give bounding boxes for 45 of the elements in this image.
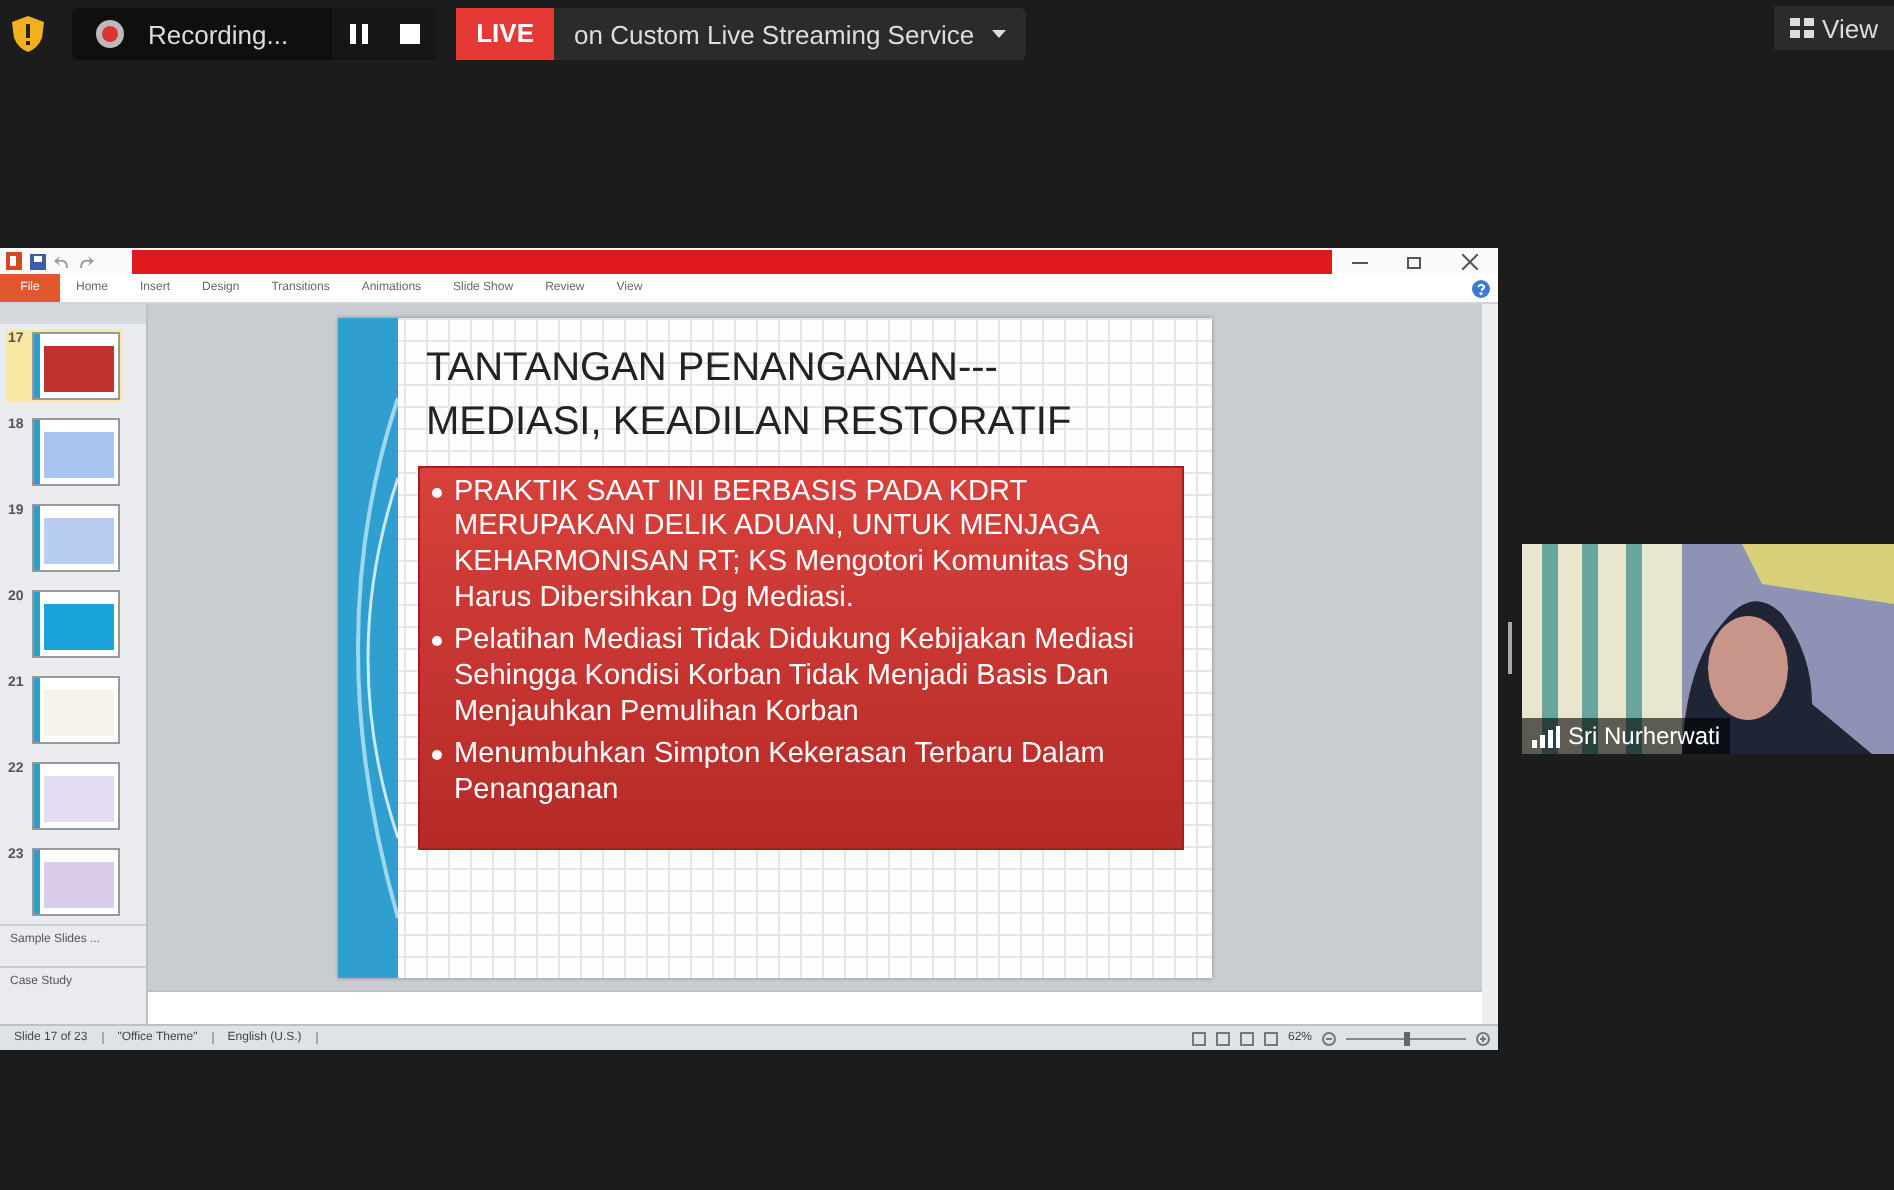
signal-icon <box>1532 725 1560 747</box>
redo-icon[interactable] <box>78 253 94 269</box>
normal-view-icon[interactable] <box>1191 1031 1206 1045</box>
slide-thumbnail <box>32 332 120 400</box>
pause-button[interactable] <box>332 8 385 60</box>
zoom-out-icon[interactable] <box>1322 1031 1336 1045</box>
stop-icon <box>400 24 421 44</box>
slide-sorter-icon[interactable] <box>1215 1031 1230 1045</box>
scrollbar[interactable] <box>1482 304 1498 1024</box>
pause-icon <box>349 24 368 44</box>
help-icon[interactable] <box>1472 279 1490 297</box>
save-icon[interactable] <box>30 253 46 269</box>
notes-field[interactable] <box>148 990 1482 1024</box>
live-badge: LIVE <box>456 8 554 60</box>
resize-handle[interactable] <box>1508 622 1512 674</box>
recording-status: Recording... <box>148 19 289 49</box>
close-icon[interactable] <box>1462 253 1479 269</box>
slide-thumbnail <box>32 590 120 658</box>
slide-thumbnail <box>32 676 120 744</box>
zoom-slider-thumb[interactable] <box>1403 1031 1409 1045</box>
slideshow-icon[interactable] <box>1263 1031 1278 1045</box>
recording-icon <box>96 20 124 48</box>
slide-thumbnail <box>32 848 120 916</box>
bullet-dot <box>432 636 442 647</box>
bullet-text: PRAKTIK SAAT INI BERBASIS PADA KDRT MERUPAKAN DELIK ADUAN, UNTUK MENJAGA KEHARMONISAN RT; KS Mengotori Komunitas Shg Harus Dibersihkan Dg Mediasi. <box>454 475 1131 617</box>
slide-thumbnail <box>32 504 120 572</box>
undo-icon[interactable] <box>54 253 70 269</box>
restore-icon[interactable] <box>1406 253 1423 269</box>
stop-button[interactable] <box>384 8 437 60</box>
bullet-text: Menumbuhkan Simpton Kekerasan Terbaru Dalam Penanganan <box>454 738 1107 810</box>
slide-thumbnail <box>32 762 120 830</box>
grid-icon <box>1790 18 1815 38</box>
app-icon[interactable] <box>6 252 22 270</box>
bullet-dot <box>432 487 442 497</box>
slide-title: TANTANGAN PENANGANAN--- MEDIASI, KEADILAN RESTORATIF <box>426 343 1074 447</box>
participant-name: Sri Nurherwati <box>1568 722 1721 750</box>
shield-icon[interactable] <box>12 16 44 52</box>
slide-thumbnail <box>32 418 120 486</box>
bullet-text: Pelatihan Mediasi Tidak Didukung Kebijakan Mediasi Sehingga Kondisi Korban Tidak Menjadi Basis Dan Menjauhkan Pemulihan Korban <box>454 624 1137 731</box>
caret-icon <box>992 30 1007 38</box>
zoom-in-icon[interactable] <box>1476 1031 1490 1045</box>
reading-view-icon[interactable] <box>1239 1031 1254 1045</box>
bullet-dot <box>432 750 442 761</box>
view-button[interactable]: View <box>1774 6 1894 50</box>
live-stream-dropdown[interactable]: on Custom Live Streaming Service <box>554 8 1027 60</box>
